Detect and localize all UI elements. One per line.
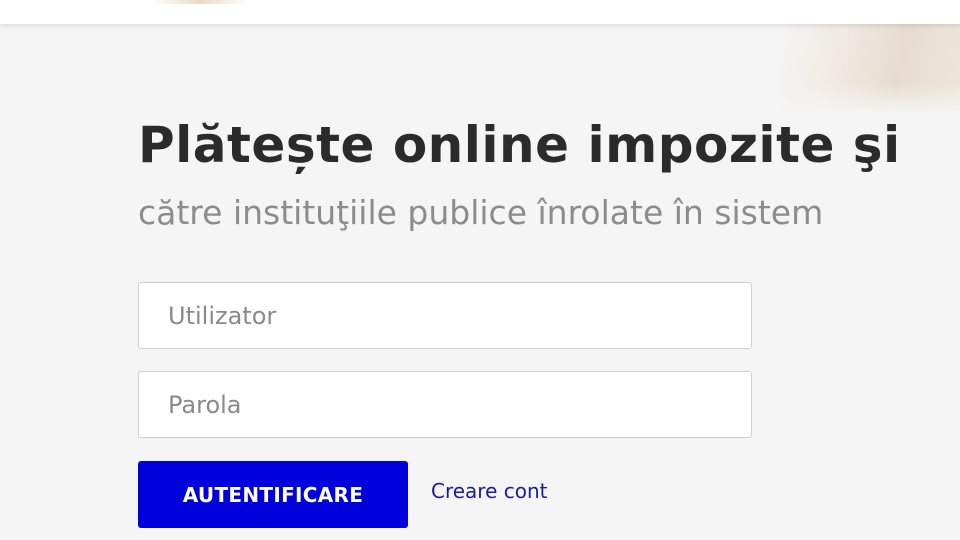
form-actions: AUTENTIFICARE Creare cont: [138, 461, 752, 529]
login-form: AUTENTIFICARE Creare cont: [138, 282, 752, 529]
top-navigation-bar: [0, 0, 960, 24]
hero-subtitle: către instituţiile publice înrolate în s…: [138, 193, 824, 232]
site-logo[interactable]: [150, 0, 250, 4]
hero-background-image: [780, 24, 960, 114]
create-account-link[interactable]: Creare cont: [431, 479, 548, 503]
page: Plătește online impozite şi către instit…: [0, 0, 960, 540]
hero-title: Plătește online impozite şi: [138, 116, 901, 174]
password-input[interactable]: [138, 371, 752, 438]
username-input[interactable]: [138, 282, 752, 349]
login-button[interactable]: AUTENTIFICARE: [138, 461, 408, 528]
